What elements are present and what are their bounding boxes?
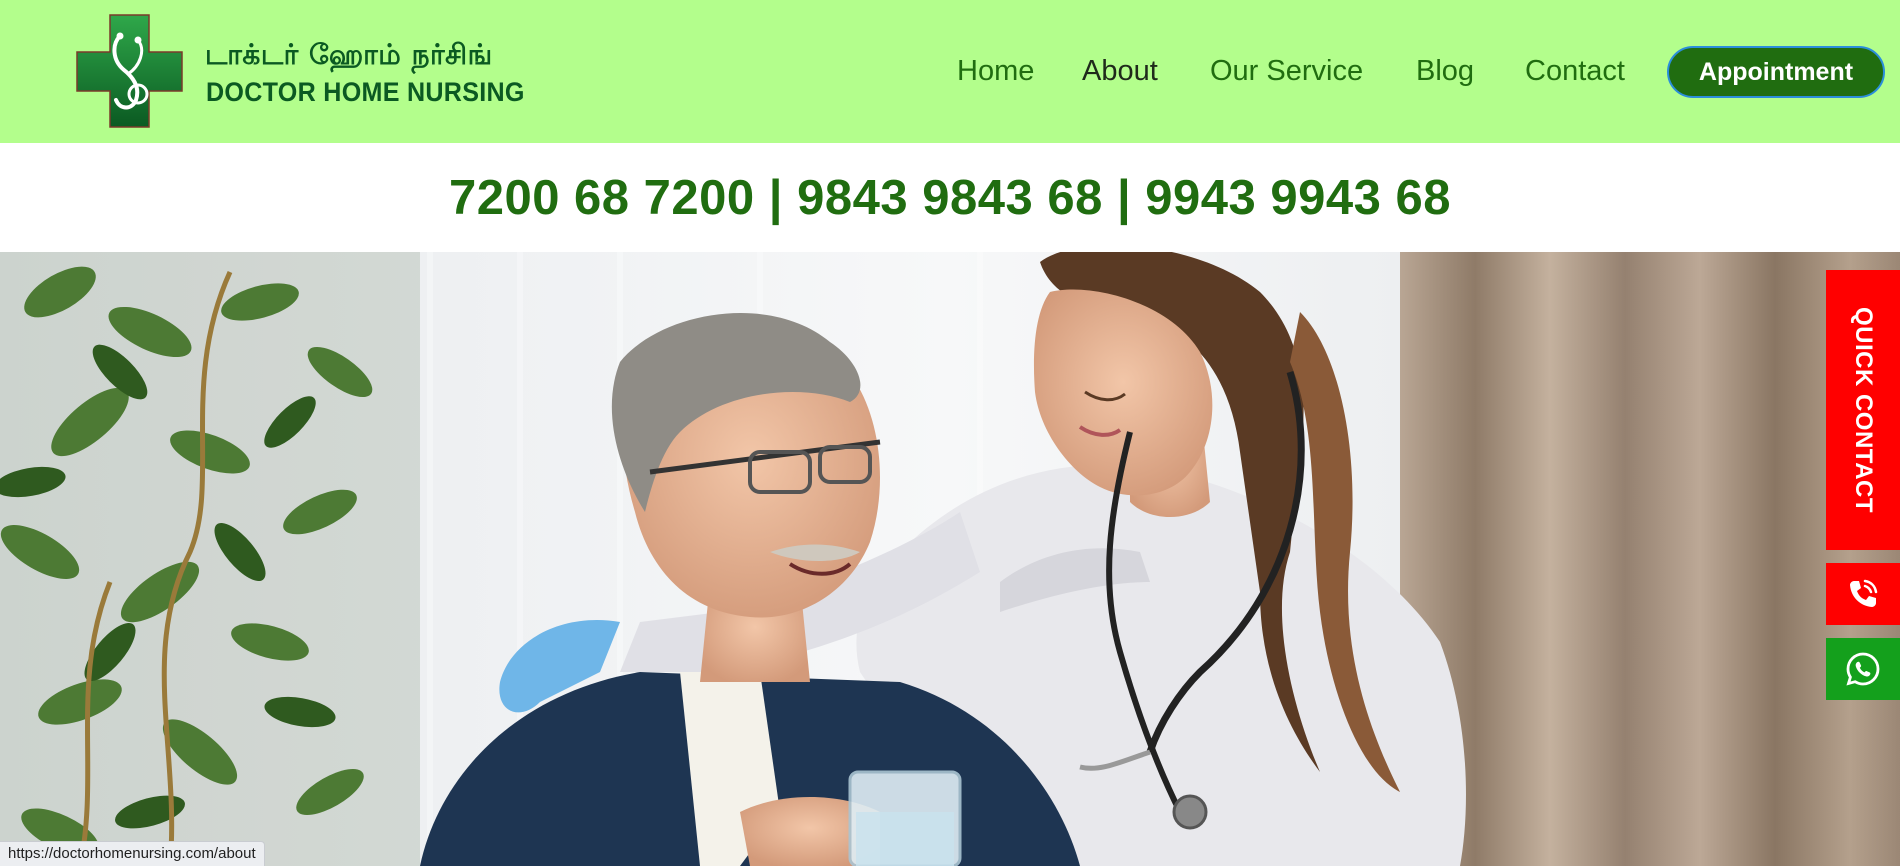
status-bar-url: https://doctorhomenursing.com/about [0, 841, 265, 866]
whatsapp-button[interactable] [1826, 638, 1900, 700]
nav-item-about[interactable]: About [1082, 52, 1158, 90]
phone-call-icon [1850, 579, 1878, 607]
whatsapp-icon [1846, 652, 1880, 686]
call-button[interactable] [1826, 563, 1900, 625]
quick-contact-label: QUICK CONTACT [1850, 306, 1878, 514]
appointment-button[interactable]: Appointment [1667, 46, 1885, 98]
quick-contact-tab[interactable]: QUICK CONTACT [1826, 270, 1900, 550]
nav-item-blog[interactable]: Blog [1416, 52, 1474, 90]
phone-numbers-bar: 7200 68 7200 | 9843 9843 68 | 9943 9943 … [0, 143, 1900, 253]
phone-numbers[interactable]: 7200 68 7200 | 9843 9843 68 | 9943 9943 … [449, 170, 1451, 226]
site-header: டாக்டர் ஹோம் நர்சிங் DOCTOR HOME NURSING… [0, 0, 1900, 143]
nav-item-home[interactable]: Home [957, 52, 1034, 90]
main-nav: Home About Our Service Blog Contact [0, 52, 1900, 92]
nav-item-our-service[interactable]: Our Service [1210, 52, 1363, 90]
nav-item-contact[interactable]: Contact [1525, 52, 1625, 90]
hero-image [0, 252, 1900, 866]
